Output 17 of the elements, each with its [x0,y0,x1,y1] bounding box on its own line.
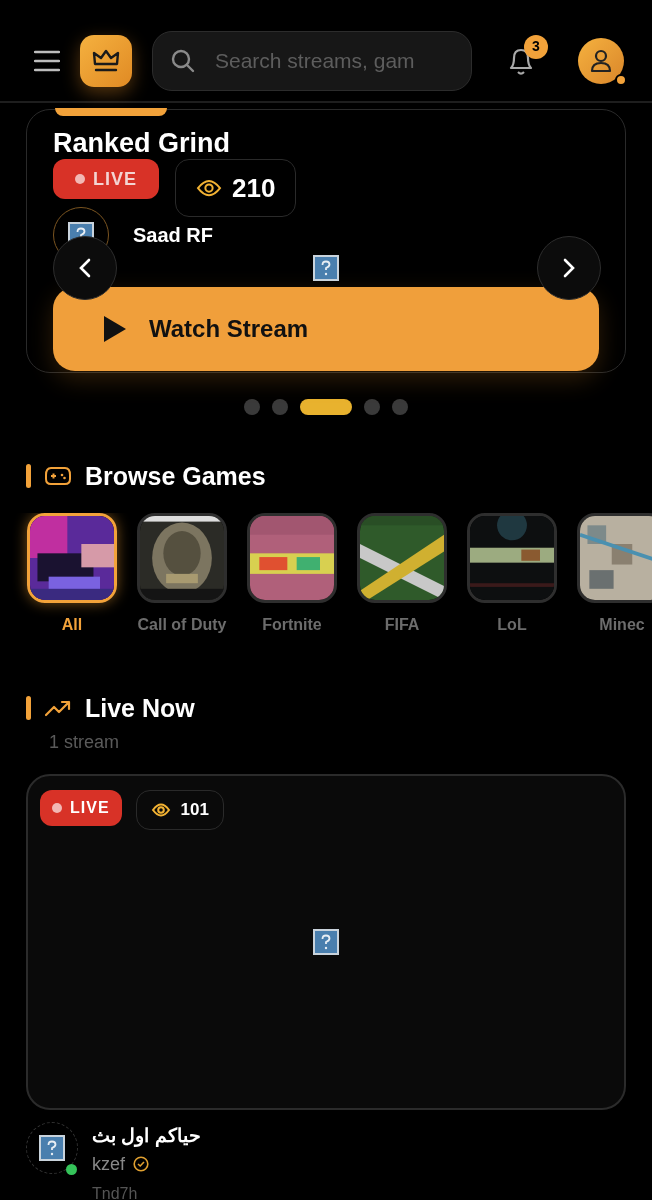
viewer-count: 210 [175,159,297,217]
stream-preview[interactable]: LIVE 101 [26,774,626,1110]
search-bar[interactable]: Search streams, gam [152,30,472,91]
stream-title: حياكم اول بث [92,1124,201,1149]
game-name: Tnd7h [92,1183,139,1200]
live-badge: LIVE [40,790,122,826]
streamer-name: kzef [92,1152,125,1176]
stream-title: Ranked Grind [53,130,232,157]
search-field[interactable]: Search streams, gam [213,43,453,78]
live-badge: LIVE [53,159,159,199]
section-title: Browse Games [85,461,266,491]
section-title: Live Now [85,693,195,723]
streamer-name: Saad RF [133,223,214,248]
watch-stream-button[interactable]: Watch Stream [53,287,599,371]
stream-count: 1 stream [48,731,121,754]
notification-count: 3 [524,34,548,59]
viewer-count: 101 [135,790,224,830]
